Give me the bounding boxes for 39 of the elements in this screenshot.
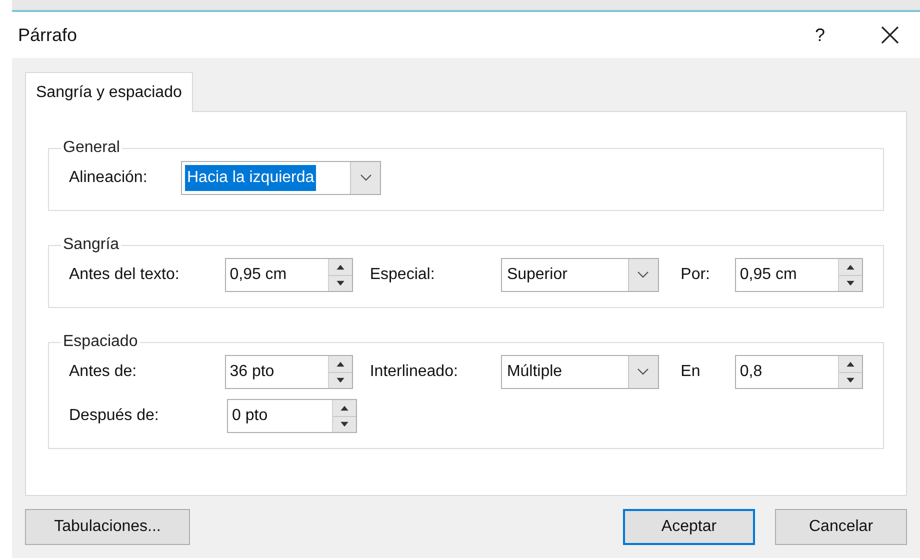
spin-down-icon[interactable] [328,276,352,291]
field-label: Por: [680,265,711,285]
field-label: En [680,362,702,382]
field-label: Antes de: [69,362,138,382]
chevron-down-icon [637,368,650,376]
spin-box[interactable]: 0,8 [734,355,863,389]
field-label: Alineación: [69,168,148,188]
tab[interactable]: Sangría y espaciado [25,72,193,112]
spin-up-icon[interactable] [333,400,356,416]
field-label: Interlineado: [370,362,459,382]
spin-down-icon[interactable] [328,372,352,388]
group-title: Espaciado [62,332,139,352]
field-label: Especial: [370,265,436,285]
dropdown[interactable]: Superior [500,258,659,292]
spin-box[interactable]: 0,95 cm [224,258,353,292]
dialog-button[interactable]: Aceptar [623,509,755,545]
dialog-button[interactable]: Cancelar [775,509,907,545]
close-icon [880,25,900,45]
field-label: Después de: [69,406,160,426]
dialog-button[interactable]: Tabulaciones... [25,509,190,545]
dropdown[interactable]: Múltiple [500,355,659,389]
spin-down-icon[interactable] [333,416,356,432]
dropdown[interactable]: Hacia la izquierda [181,161,381,195]
spin-down-icon[interactable] [839,276,862,291]
chevron-down-icon [360,174,372,182]
window-title: Párrafo [18,24,78,46]
spin-up-icon[interactable] [839,259,862,276]
spin-up-icon[interactable] [328,259,352,276]
help-button[interactable]: ? [808,22,832,48]
spin-box[interactable]: 0,95 cm [734,258,863,292]
group-title: General [62,138,121,158]
spin-up-icon[interactable] [328,356,352,372]
spin-box[interactable]: 0 pto [227,399,357,433]
spin-box[interactable]: 36 pto [224,355,353,389]
chevron-down-icon [637,271,650,279]
group-title: Sangría [62,235,120,255]
spin-up-icon[interactable] [839,356,862,372]
spin-down-icon[interactable] [839,372,862,388]
field-label: Antes del texto: [69,265,180,285]
